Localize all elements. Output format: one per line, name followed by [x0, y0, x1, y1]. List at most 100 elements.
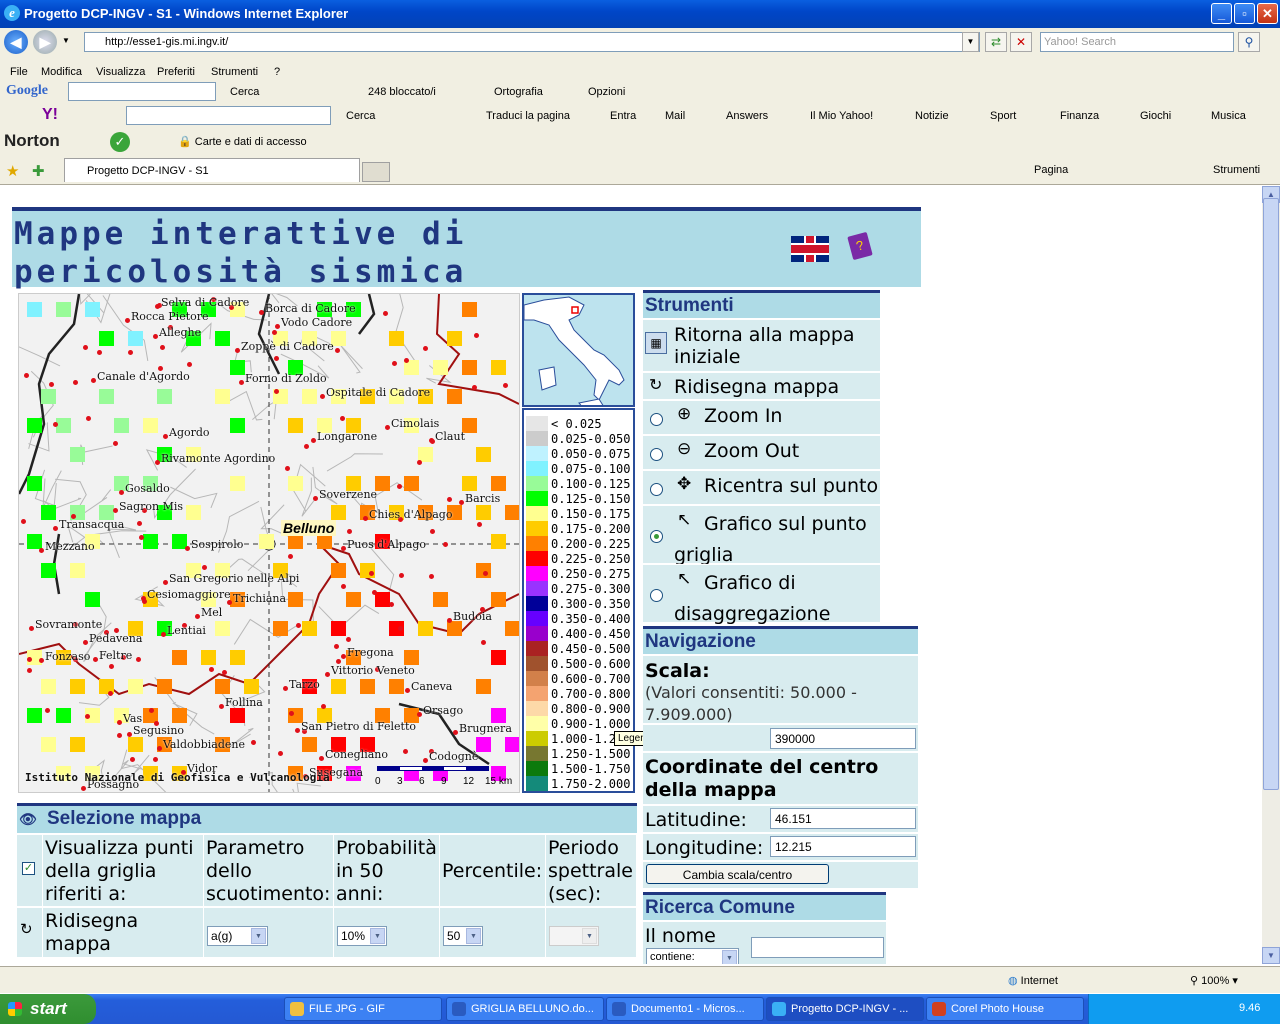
tool-redraw[interactable]: ↻ Ridisegna mappa	[643, 372, 880, 399]
finance-button[interactable]: Finanza	[1060, 110, 1099, 122]
grid-cell[interactable]	[27, 708, 42, 723]
grid-cell[interactable]	[128, 679, 143, 694]
grid-cell[interactable]	[404, 476, 419, 491]
grid-cell[interactable]	[201, 650, 216, 665]
grid-cell[interactable]	[172, 650, 187, 665]
grid-cell[interactable]	[476, 505, 491, 520]
tool-graph-disagg[interactable]: ↖ Grafico di disaggregazione	[643, 564, 880, 625]
spelling-button[interactable]: Ortografia	[494, 86, 543, 98]
graph-point-radio[interactable]	[650, 530, 663, 543]
show-grid-checkbox[interactable]: ✓	[22, 862, 35, 875]
grid-cell[interactable]	[157, 679, 172, 694]
grid-cell[interactable]	[41, 737, 56, 752]
comune-name-input[interactable]	[751, 937, 884, 958]
grid-cell[interactable]	[491, 360, 506, 375]
grid-cell[interactable]	[99, 389, 114, 404]
grid-cell[interactable]	[331, 505, 346, 520]
start-button[interactable]: start	[0, 994, 96, 1024]
favorites-star-icon[interactable]: ★	[6, 162, 19, 180]
menu-help[interactable]: ?	[274, 66, 280, 78]
grid-cell[interactable]	[447, 389, 462, 404]
grid-cell[interactable]	[288, 476, 303, 491]
grid-cell[interactable]	[143, 418, 158, 433]
grid-cell[interactable]	[375, 476, 390, 491]
menu-preferiti[interactable]: Preferiti	[157, 66, 195, 78]
forward-button[interactable]: ▶	[33, 30, 57, 54]
grid-cell[interactable]	[462, 476, 477, 491]
options-button[interactable]: Opzioni	[588, 86, 625, 98]
games-button[interactable]: Giochi	[1140, 110, 1171, 122]
yahoo-cerca-button[interactable]: Cerca	[346, 110, 375, 122]
grid-cell[interactable]	[360, 679, 375, 694]
grid-cell[interactable]	[244, 679, 259, 694]
norton-cards-button[interactable]: 🔒 Carte e dati di accesso	[178, 135, 307, 148]
grid-cell[interactable]	[346, 592, 361, 607]
grid-cell[interactable]	[491, 476, 506, 491]
task-documento1[interactable]: Documento1 - Micros...	[606, 997, 764, 1021]
grid-cell[interactable]	[462, 360, 477, 375]
address-bar[interactable]: http://esse1-gis.mi.ingv.it/	[84, 32, 980, 52]
grid-cell[interactable]	[70, 679, 85, 694]
vertical-scrollbar[interactable]: ▲ ▼	[1262, 186, 1280, 964]
perc-select[interactable]: 50 ▼	[443, 926, 483, 946]
popup-blocker[interactable]: 248 bloccato/i	[368, 86, 436, 98]
hazard-map[interactable]: Selva di Cadore Borca di Cadore Vodo Cador…	[18, 293, 520, 793]
stop-icon[interactable]: ✕	[1010, 32, 1032, 52]
grid-cell[interactable]	[143, 534, 158, 549]
back-button[interactable]: ◀	[4, 30, 28, 54]
tools-menu[interactable]: Strumenti	[1213, 164, 1260, 176]
my-yahoo-button[interactable]: Il Mio Yahoo!	[810, 110, 873, 122]
comune-mode-select[interactable]: contiene: ▼	[646, 948, 739, 964]
grid-cell[interactable]	[389, 331, 404, 346]
grid-cell[interactable]	[317, 534, 332, 549]
history-dropdown-icon[interactable]: ▼	[62, 36, 70, 45]
prob-select[interactable]: 10% ▼	[337, 926, 387, 946]
grid-cell[interactable]	[491, 708, 506, 723]
menu-file[interactable]: File	[10, 66, 28, 78]
minimize-button[interactable]: _	[1211, 3, 1232, 24]
grid-cell[interactable]	[462, 302, 477, 317]
scale-input[interactable]: 390000	[770, 728, 916, 749]
redraw-map-button[interactable]: Ridisegna mappa	[45, 910, 138, 956]
grid-cell[interactable]	[302, 737, 317, 752]
grid-cell[interactable]	[476, 447, 491, 462]
translate-button[interactable]: Traduci la pagina	[486, 110, 570, 122]
grid-cell[interactable]	[288, 534, 303, 549]
grid-cell[interactable]	[56, 302, 71, 317]
grid-cell[interactable]	[476, 679, 491, 694]
overview-map[interactable]	[522, 293, 635, 407]
grid-cell[interactable]	[85, 302, 100, 317]
grid-cell[interactable]	[70, 563, 85, 578]
grid-cell[interactable]	[27, 534, 42, 549]
task-file-jpg[interactable]: FILE JPG - GIF	[284, 997, 442, 1021]
menu-modifica[interactable]: Modifica	[41, 66, 82, 78]
answers-button[interactable]: Answers	[726, 110, 768, 122]
grid-cell[interactable]	[215, 621, 230, 636]
grid-cell[interactable]	[433, 592, 448, 607]
task-corel[interactable]: Corel Photo House	[926, 997, 1084, 1021]
tool-recenter[interactable]: ✥ Ricentra sul punto	[643, 470, 880, 504]
period-select[interactable]: ▼	[549, 926, 599, 946]
refresh-icon[interactable]: ⇄	[985, 32, 1007, 52]
recenter-radio[interactable]	[650, 483, 663, 496]
zoom-control[interactable]: ⚲ 100% ▾	[1190, 974, 1238, 987]
grid-cell[interactable]	[389, 679, 404, 694]
grid-cell[interactable]	[27, 302, 42, 317]
grid-cell[interactable]	[157, 389, 172, 404]
grid-cell[interactable]	[85, 592, 100, 607]
grid-cell[interactable]	[302, 389, 317, 404]
grid-cell[interactable]	[114, 418, 129, 433]
google-logo[interactable]: Google	[6, 83, 48, 99]
grid-cell[interactable]	[273, 621, 288, 636]
grid-cell[interactable]	[128, 331, 143, 346]
scroll-thumb[interactable]	[1263, 198, 1279, 790]
grid-cell[interactable]	[433, 360, 448, 375]
grid-cell[interactable]	[230, 360, 245, 375]
grid-cell[interactable]	[375, 592, 390, 607]
zoom-out-radio[interactable]	[650, 448, 663, 461]
graph-disagg-radio[interactable]	[650, 589, 663, 602]
enter-button[interactable]: Entra	[610, 110, 636, 122]
page-menu[interactable]: Pagina	[1034, 164, 1068, 176]
grid-cell[interactable]	[128, 737, 143, 752]
tool-zoom-in[interactable]: ⊕ Zoom In	[643, 400, 880, 434]
